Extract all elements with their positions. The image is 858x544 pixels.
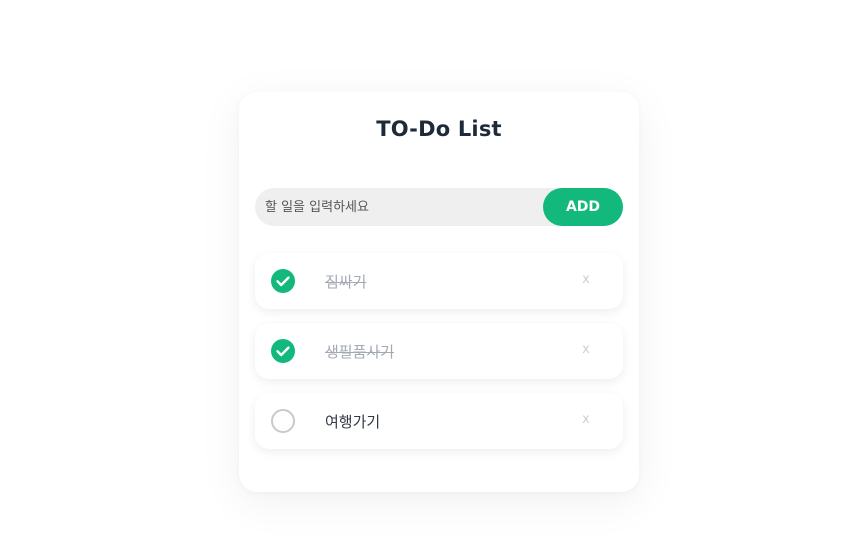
list-item: 짐싸기 x bbox=[255, 253, 623, 309]
todo-list: 짐싸기 x 생필품사기 x 여행가기 x bbox=[255, 253, 623, 463]
delete-button[interactable]: x bbox=[579, 342, 593, 360]
list-item: 여행가기 x bbox=[255, 393, 623, 449]
delete-button[interactable]: x bbox=[579, 272, 593, 290]
todo-card: TO-Do List ADD 짐싸기 x 생필품사기 x 여 bbox=[239, 92, 639, 492]
add-button[interactable]: ADD bbox=[543, 188, 623, 226]
empty-circle-icon[interactable] bbox=[271, 409, 295, 433]
page-title: TO-Do List bbox=[376, 117, 502, 141]
checkmark-circle-icon[interactable] bbox=[271, 269, 295, 293]
todo-text: 짐싸기 bbox=[325, 273, 367, 291]
checkmark-circle-icon[interactable] bbox=[271, 339, 295, 363]
list-item: 생필품사기 x bbox=[255, 323, 623, 379]
delete-button[interactable]: x bbox=[579, 412, 593, 430]
todo-text: 여행가기 bbox=[325, 413, 381, 431]
input-row: ADD bbox=[255, 188, 623, 226]
todo-text: 생필품사기 bbox=[325, 343, 395, 361]
